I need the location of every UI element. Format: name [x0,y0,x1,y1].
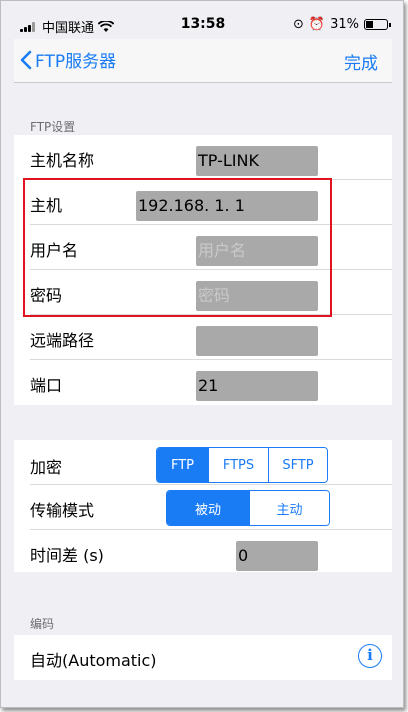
highlight-box [23,178,332,317]
status-right: ⊙ ⏰ 31% [293,17,391,32]
encryption-option-ftp[interactable]: FTP [157,448,208,482]
row-port: 端口 21 [14,360,392,405]
row-transfer-mode: 传输模式 被动 主动 [14,485,392,530]
transfer-mode-segmented-control: 被动 主动 [166,490,330,526]
chevron-left-icon [20,50,32,69]
encryption-option-ftps[interactable]: FTPS [208,448,268,482]
row-encoding[interactable]: 自动(Automatic) i [14,635,392,680]
row-encryption: 加密 FTP FTPS SFTP [14,440,392,485]
navigation-bar: FTP服务器 完成 [14,39,392,83]
time-offset-label: 时间差 (s) [30,546,104,565]
battery-icon [364,19,391,30]
back-label: FTP服务器 [35,52,117,72]
encryption-segmented-control: FTP FTPS SFTP [156,447,328,483]
options-group: 加密 FTP FTPS SFTP 传输模式 被动 主动 时间差 (s) 0 [14,440,392,572]
orientation-lock-icon: ⊙ [293,17,304,32]
transfer-mode-option-active[interactable]: 主动 [249,491,329,525]
time-offset-field[interactable]: 0 [236,541,318,571]
encryption-label: 加密 [30,458,63,477]
hostname-label: 主机名称 [30,151,95,170]
row-hostname: 主机名称 TP-LINK [14,135,392,180]
section-header-encoding: 编码 [30,617,55,631]
row-time-offset: 时间差 (s) 0 [14,530,392,575]
battery-percent: 31% [330,17,359,32]
info-icon[interactable]: i [358,644,382,668]
port-field[interactable]: 21 [196,371,318,401]
hostname-field[interactable]: TP-LINK [196,146,318,176]
encryption-option-sftp[interactable]: SFTP [268,448,327,482]
encoding-value: 自动(Automatic) [30,651,157,670]
port-label: 端口 [30,376,63,395]
alarm-icon: ⏰ [308,17,326,32]
phone-screen: 中国联通 13:58 ⊙ ⏰ 31% FTP服务器 完成 FTP设置 主机名称 … [0,0,404,708]
status-bar: 中国联通 13:58 ⊙ ⏰ 31% [14,13,392,37]
transfer-mode-option-passive[interactable]: 被动 [167,491,249,525]
remote-path-field[interactable] [196,326,318,356]
remote-path-label: 远端路径 [30,331,95,350]
section-header-ftp-settings: FTP设置 [30,120,76,134]
settings-content: FTP设置 主机名称 TP-LINK 主机 192.168. 1. 1 用户名 … [14,84,392,696]
done-button[interactable]: 完成 [344,49,378,74]
back-button[interactable]: FTP服务器 [20,47,116,72]
row-remote-path: 远端路径 [14,315,392,360]
transfer-mode-label: 传输模式 [30,501,95,520]
encoding-group: 自动(Automatic) i [14,635,392,680]
